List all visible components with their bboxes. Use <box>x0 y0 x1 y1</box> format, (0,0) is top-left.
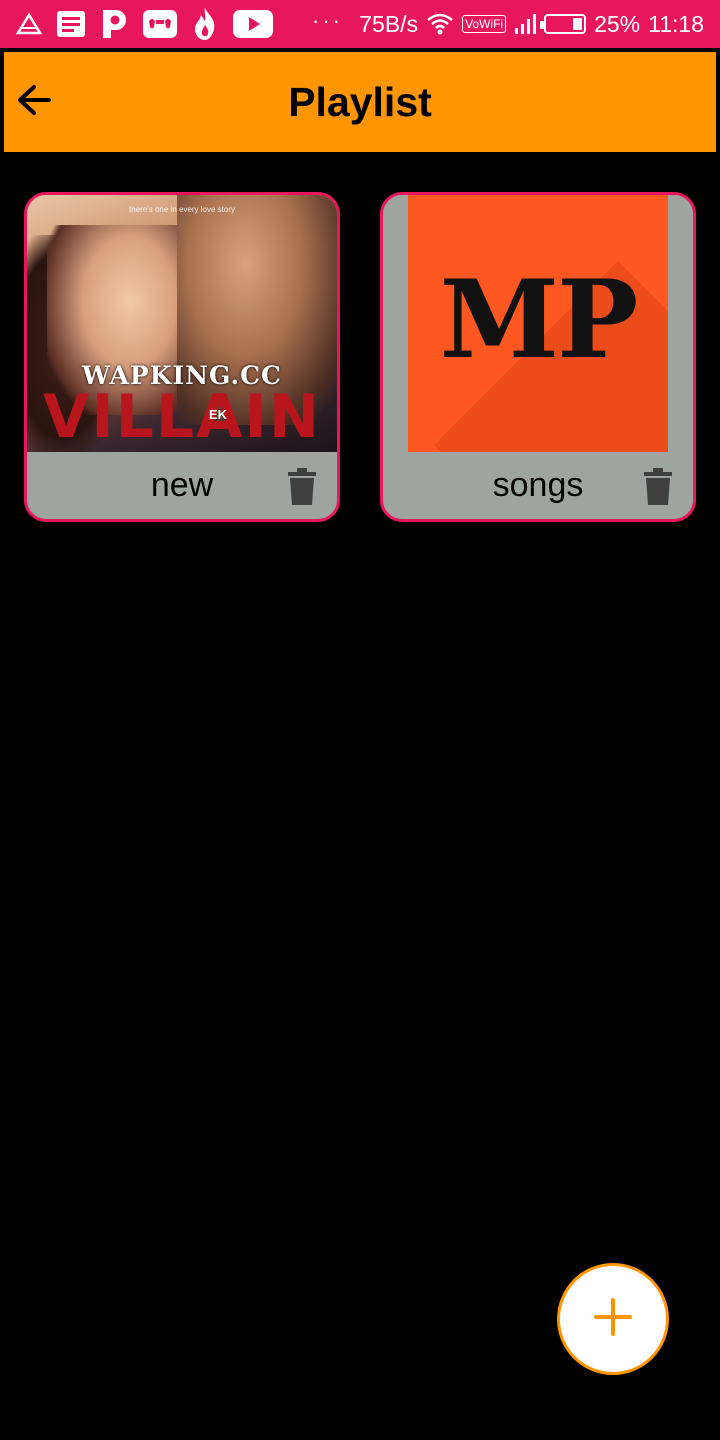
vowifi-badge: VoWiFi <box>462 15 507 33</box>
playlist-card-new[interactable]: there's one in every love story WAPKING.… <box>24 192 340 522</box>
cover-movie-title: VILLAIN <box>42 382 322 452</box>
cover-logo-text: MP <box>439 257 639 383</box>
page-title: Playlist <box>288 78 432 125</box>
more-notifications-indicator: ··· <box>312 8 343 33</box>
status-bar: ··· 75B/s VoWiFi 25% 11:18 <box>0 0 720 48</box>
playlist-footer: songs <box>383 452 693 519</box>
plus-icon <box>593 1297 633 1342</box>
playlist-name: new <box>150 466 214 504</box>
back-button[interactable] <box>14 82 54 122</box>
playlist-cover-image: there's one in every love story WAPKING.… <box>27 195 337 452</box>
clock: 11:18 <box>648 10 704 37</box>
playlist-card-songs[interactable]: MP songs <box>380 192 696 522</box>
notification-icons <box>0 7 274 41</box>
playlist-footer: new <box>27 452 337 519</box>
delete-playlist-button[interactable] <box>287 468 317 506</box>
warning-triangle-icon <box>16 12 42 36</box>
app-bar: Playlist <box>4 52 716 152</box>
battery-icon <box>540 14 587 34</box>
cover-tagline: there's one in every love story <box>128 205 236 214</box>
delete-playlist-button[interactable] <box>643 468 673 506</box>
battery-level: 25% <box>594 10 641 37</box>
notes-icon <box>56 10 86 38</box>
signal-icon <box>514 13 537 35</box>
back-arrow-icon <box>16 84 52 121</box>
gamepad-icon <box>142 9 178 39</box>
status-right: 75B/s VoWiFi 25% 11:18 <box>359 0 704 48</box>
flame-icon <box>192 7 218 41</box>
youtube-icon <box>232 9 274 39</box>
wifi-icon <box>426 12 454 36</box>
cover-title-prefix: EK <box>209 407 228 422</box>
playlist-cover-image: MP <box>383 195 693 452</box>
trash-icon <box>644 468 672 505</box>
playlist-name: songs <box>492 466 584 504</box>
network-speed: 75B/s <box>359 10 419 37</box>
trash-icon <box>288 468 316 505</box>
add-playlist-button[interactable] <box>557 1263 669 1375</box>
p-app-icon <box>100 8 128 40</box>
